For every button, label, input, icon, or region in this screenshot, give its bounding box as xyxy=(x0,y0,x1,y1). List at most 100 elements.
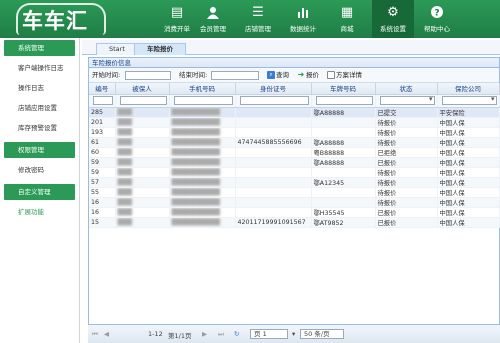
query-button[interactable]: ⌕ 查询 xyxy=(267,71,289,80)
col-id-number[interactable]: 身份证号 xyxy=(235,83,312,95)
tab-insurance-quote[interactable]: 车险报价 xyxy=(134,43,186,55)
sidebar-group-system[interactable]: 系统管理 xyxy=(4,40,75,56)
nav-item-members[interactable]: 会员管理 xyxy=(192,0,234,38)
redacted-text: ███ xyxy=(117,188,133,196)
page-select-chevron-icon[interactable]: ▾ xyxy=(292,330,295,338)
redacted-text: ██████████ xyxy=(171,218,220,226)
cell-id-number xyxy=(235,197,312,208)
filter-plate-input[interactable] xyxy=(315,96,373,105)
sidebar-item-client-log[interactable]: 客户端操作日志 xyxy=(0,58,79,78)
prev-page-button[interactable]: ◀ xyxy=(104,330,109,338)
page-size-select[interactable]: 50 条/页 xyxy=(300,329,344,339)
cell-plate xyxy=(311,127,376,138)
arrow-right-icon: ➜ xyxy=(297,70,305,79)
cell-plate xyxy=(311,167,376,178)
pagination-bar: ⏮ ◀ 1-12 第1/1页 ▶ ⏭ ↻ 页 1 ▾ 50 条/页 xyxy=(88,324,500,343)
redacted-text: ███ xyxy=(117,158,133,166)
redacted-text: ██████████ xyxy=(171,188,220,196)
col-phone[interactable]: 手机号码 xyxy=(169,83,236,95)
filter-insurer-select[interactable] xyxy=(441,95,497,105)
refresh-icon[interactable]: ↻ xyxy=(234,330,239,338)
cell-insurer: 中国人保 xyxy=(437,187,500,198)
cell-id-number xyxy=(235,127,312,138)
cell-plate: 鄂A88888 xyxy=(311,157,376,168)
plan-label: 方案详情 xyxy=(336,71,362,79)
redacted-text: ██████████ xyxy=(171,198,220,206)
nav-item-statistics[interactable]: 数据统计 xyxy=(282,0,324,38)
cell-plate xyxy=(311,197,376,208)
plan-detail-button[interactable]: 方案详情 xyxy=(327,71,362,80)
page-number-input[interactable]: 页 1 xyxy=(250,329,288,339)
cell-id-number xyxy=(235,117,312,128)
redacted-text: ██████████ xyxy=(171,208,220,216)
logo: 车车汇 xyxy=(22,9,88,33)
col-id[interactable]: 编号 xyxy=(89,83,116,95)
table-row[interactable]: 193 ███ ██████████ 待报价 中国人保 xyxy=(89,127,500,138)
cell-insured: ███ xyxy=(115,207,170,218)
next-page-button[interactable]: ▶ xyxy=(202,330,207,338)
nav-label: 会员管理 xyxy=(200,24,226,33)
filter-status-select[interactable] xyxy=(379,95,435,105)
table-row[interactable]: 60 ███ ██████████ 粤B88888 已拒绝 中国人保 xyxy=(89,147,500,158)
sidebar: 系统管理 客户端操作日志 操作日志 店铺应用设置 库存预警设置 权限管理 修改密… xyxy=(0,38,80,343)
tab-bar: Start 车险报价 xyxy=(82,40,500,55)
table-row[interactable]: 59 ███ ██████████ 待报价 中国人保 xyxy=(89,167,500,178)
sidebar-item-operation-log[interactable]: 操作日志 xyxy=(0,78,79,98)
sidebar-item-store-app-settings[interactable]: 店铺应用设置 xyxy=(0,98,79,118)
nav-item-settings[interactable]: ⚙ 系统设置 xyxy=(372,0,414,38)
col-status[interactable]: 状态 xyxy=(375,83,438,95)
redacted-text: ███ xyxy=(117,208,133,216)
quote-label: 报价 xyxy=(306,71,319,79)
table-row[interactable]: 59 ███ ██████████ 鄂A88888 已报价 中国人保 xyxy=(89,157,500,168)
filter-id-input[interactable] xyxy=(93,96,113,105)
col-insured[interactable]: 被保人 xyxy=(115,83,170,95)
nav-label: 数据统计 xyxy=(290,24,316,33)
table-row[interactable]: 285 ███ ██████████ 鄂A88888 已提交 平安保险 xyxy=(89,107,500,118)
nav-item-mall[interactable]: ▦ 商城 xyxy=(326,0,368,38)
nav-label: 帮助中心 xyxy=(424,24,450,33)
end-time-input[interactable] xyxy=(211,71,259,80)
nav-label: 店铺管理 xyxy=(245,24,271,33)
store-icon: ▦ xyxy=(340,4,354,20)
table-row[interactable]: 16 ███ ██████████ 鄂H35545 已报价 中国人保 xyxy=(89,207,500,218)
cell-phone: ██████████ xyxy=(169,177,236,188)
nav-item-help[interactable]: ? 帮助中心 xyxy=(416,0,458,38)
cell-phone: ██████████ xyxy=(169,157,236,168)
redacted-text: ███ xyxy=(117,118,133,126)
cell-id: 59 xyxy=(89,157,116,168)
table-row[interactable]: 55 ███ ██████████ 待报价 中国人保 xyxy=(89,187,500,198)
sidebar-group-custom[interactable]: 自定义管理 xyxy=(4,184,75,200)
col-plate[interactable]: 车牌号码 xyxy=(311,83,376,95)
table-row[interactable]: 201 ███ ██████████ 待报价 中国人保 xyxy=(89,117,500,128)
cell-id-number xyxy=(235,167,312,178)
cell-status: 已报价 xyxy=(375,157,438,168)
cell-insured: ███ xyxy=(115,177,170,188)
redacted-text: ██████████ xyxy=(171,128,220,136)
cell-insured: ███ xyxy=(115,147,170,158)
filter-id-number-input[interactable] xyxy=(239,96,309,105)
cell-id-number: 42011719991091567 xyxy=(235,217,312,228)
first-page-button[interactable]: ⏮ xyxy=(92,330,98,339)
nav-item-store[interactable]: ☰ 店铺管理 xyxy=(237,0,279,38)
cell-plate: 鄂H35545 xyxy=(311,207,376,218)
cell-insurer: 中国人保 xyxy=(437,117,500,128)
redacted-text: ███ xyxy=(117,198,133,206)
last-page-button[interactable]: ⏭ xyxy=(218,330,224,339)
col-insurer[interactable]: 保险公司 xyxy=(437,83,500,95)
table-row[interactable]: 16 ███ ██████████ 待报价 中国人保 xyxy=(89,197,500,208)
sidebar-item-change-password[interactable]: 修改密码 xyxy=(0,160,79,180)
user-icon xyxy=(207,6,219,21)
start-time-input[interactable] xyxy=(125,71,171,80)
filter-insured-input[interactable] xyxy=(119,96,167,105)
redacted-text: ███ xyxy=(117,108,133,116)
table-row[interactable]: 57 ███ ██████████ 鄂A12345 待报价 中国人保 xyxy=(89,177,500,188)
quote-button[interactable]: ➜ 报价 xyxy=(297,71,319,80)
cell-insured: ███ xyxy=(115,187,170,198)
sidebar-group-permission[interactable]: 权限管理 xyxy=(4,142,75,158)
table-row[interactable]: 61 ███ ██████████ 4747445885556696 鄂A88888 待报… xyxy=(89,137,500,148)
tab-start[interactable]: Start xyxy=(96,43,138,55)
sidebar-item-stock-alert[interactable]: 库存预警设置 xyxy=(0,118,79,138)
filter-phone-input[interactable] xyxy=(173,96,233,105)
sidebar-item-extensions[interactable]: 扩展功能 xyxy=(0,202,79,222)
table-row[interactable]: 15 ███ ██████████ 42011719991091567 鄂AT9852 已… xyxy=(89,217,500,228)
